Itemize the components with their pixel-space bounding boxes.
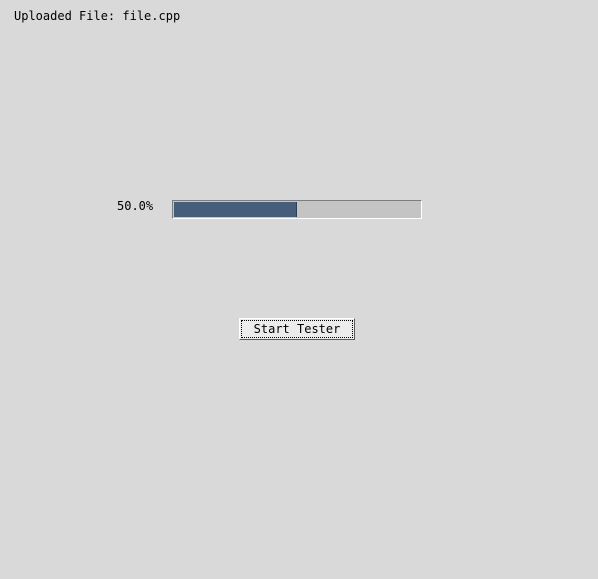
progress-bar (172, 200, 422, 219)
progress-bar-fill (174, 202, 297, 217)
start-tester-button-label: Start Tester (241, 320, 353, 338)
tester-window: { "file": { "uploaded_label": "Uploaded … (0, 0, 598, 579)
progress-percent-label: 50.0% (117, 199, 154, 213)
start-tester-button[interactable]: Start Tester (239, 318, 355, 340)
uploaded-file-label: Uploaded File: file.cpp (14, 9, 181, 23)
